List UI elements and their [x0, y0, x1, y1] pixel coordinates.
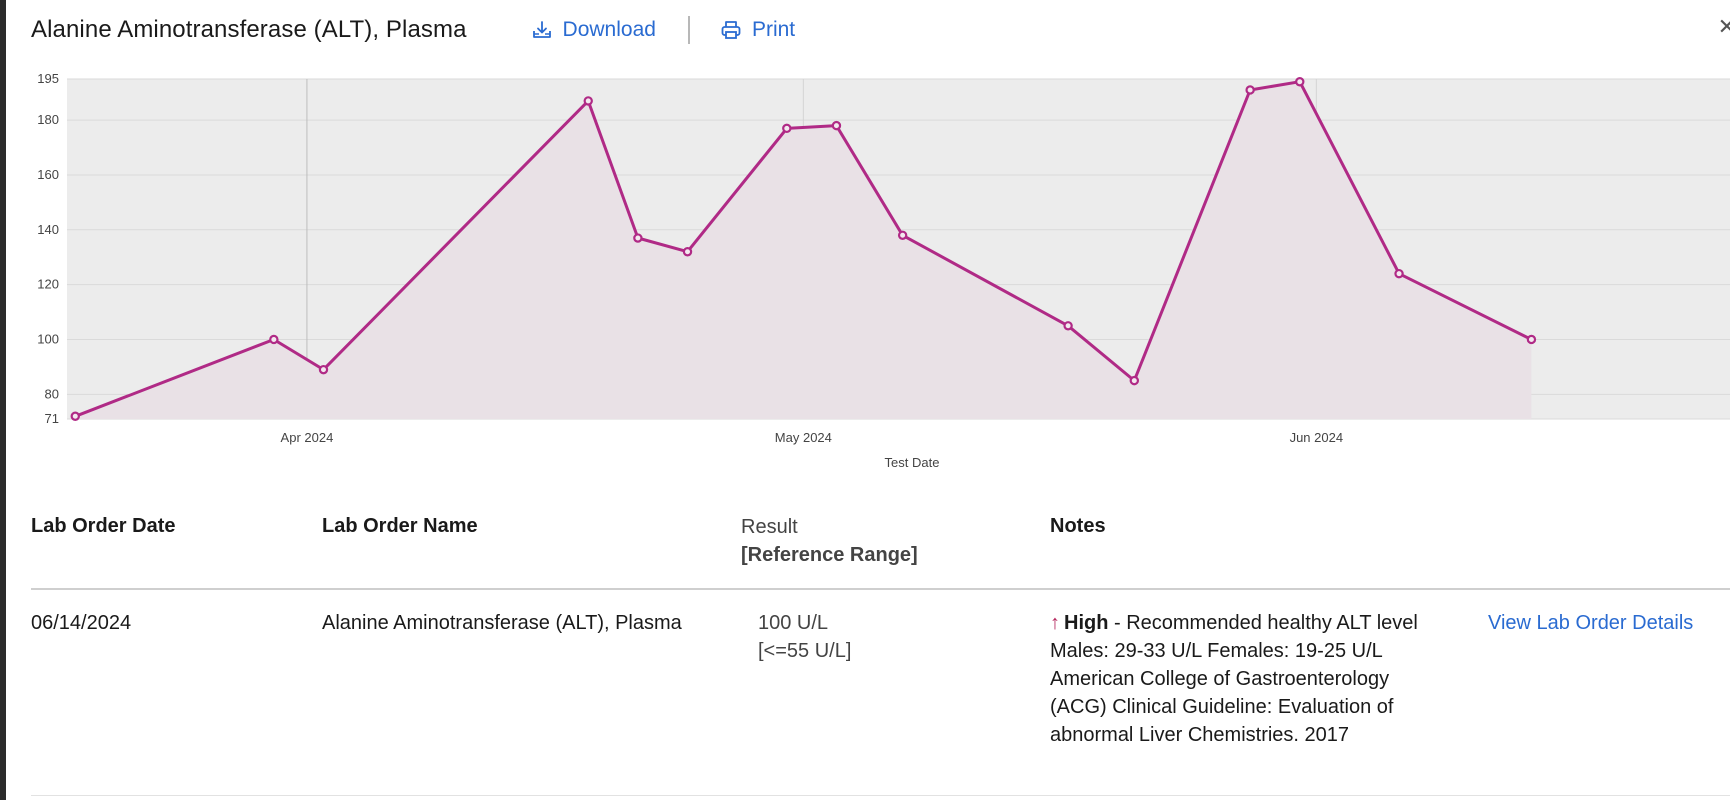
page-title: Alanine Aminotransferase (ALT), Plasma [31, 16, 467, 43]
print-button[interactable]: Print [720, 18, 795, 42]
arrow-up-icon: ↑ [1050, 612, 1060, 634]
close-icon[interactable]: ✕ [1718, 14, 1730, 40]
x-tick-label: May 2024 [775, 430, 832, 445]
data-point [1063, 321, 1073, 331]
download-button[interactable]: Download [531, 18, 656, 42]
col-header-reference-range: [Reference Range] [741, 544, 918, 566]
col-header-order-date: Lab Order Date [31, 515, 176, 537]
data-point [782, 123, 792, 134]
x-tick-label: Apr 2024 [281, 430, 334, 445]
high-flag: High [1064, 612, 1109, 634]
data-point [897, 230, 908, 240]
download-icon [532, 21, 551, 38]
order-name-cell: Alanine Aminotransferase (ALT), Plasma [322, 612, 682, 634]
order-date-cell: 06/14/2024 [31, 612, 132, 634]
reference-range: [<=55 U/L] [758, 640, 852, 662]
download-label: Download [562, 18, 656, 41]
x-axis-title: Test Date [885, 455, 940, 470]
alt-trend-chart: 71 80 100 120 140 160 180 195 Apr 2024 May 2024 Ju… [37, 71, 1730, 470]
y-tick-label: 180 [37, 112, 59, 127]
table-header-divider [31, 588, 1730, 590]
col-header-result-title: Result [741, 516, 798, 538]
y-tick-label: 195 [37, 71, 59, 86]
notes-cell: ↑ High - Recommended healthy ALT level Ma… [1050, 609, 1450, 749]
result-cell: 100 U/L [<=55 U/L] [758, 609, 851, 665]
data-point [1245, 85, 1255, 95]
data-point [1295, 77, 1305, 87]
y-tick-label: 160 [37, 167, 59, 182]
data-point [1394, 268, 1404, 279]
data-point [831, 120, 842, 131]
table-row-divider [31, 795, 1730, 796]
view-lab-order-details-link[interactable]: View Lab Order Details [1488, 609, 1693, 637]
y-tick-label: 71 [45, 411, 59, 426]
lab-result-panel: Alanine Aminotransferase (ALT), Plasma D… [6, 0, 1730, 800]
print-label: Print [751, 18, 796, 41]
data-point [269, 334, 279, 345]
printer-icon [721, 21, 741, 39]
data-point [70, 411, 80, 421]
x-tick-label: Jun 2024 [1290, 430, 1344, 445]
col-header-notes: Notes [1050, 515, 1106, 537]
col-header-result: Result [Reference Range] [741, 513, 918, 569]
data-point [583, 96, 593, 106]
data-point [318, 364, 329, 375]
data-point [633, 233, 643, 243]
panel-header: Alanine Aminotransferase (ALT), Plasma D… [31, 12, 795, 48]
header-divider [687, 16, 690, 44]
y-tick-label: 100 [37, 331, 59, 346]
data-point [1129, 375, 1139, 386]
y-tick-label: 140 [37, 222, 59, 237]
result-value: 100 U/L [758, 612, 829, 634]
col-header-order-name: Lab Order Name [322, 515, 478, 537]
data-point [1526, 334, 1537, 345]
y-tick-label: 80 [45, 386, 59, 401]
y-tick-label: 120 [37, 277, 59, 292]
data-point [682, 247, 693, 257]
